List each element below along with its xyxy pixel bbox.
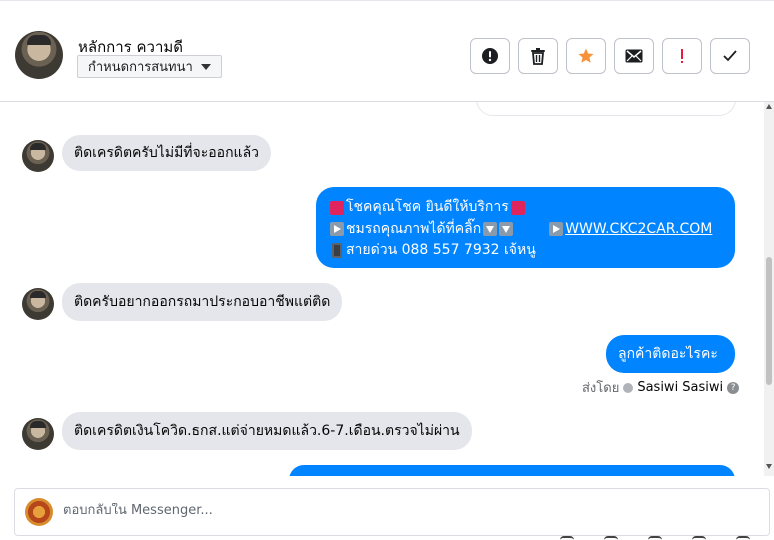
image-icon[interactable]: [648, 536, 662, 540]
reply-input[interactable]: [63, 503, 563, 518]
checkmark-icon: [722, 49, 738, 63]
sender-avatar: [22, 288, 54, 320]
sent-by-info: ส่งโดย Sasiwi Sasiwi ?: [582, 377, 740, 398]
chat-settings-dropdown[interactable]: กำหนดการสนทนา: [77, 55, 222, 78]
message-text: โชคคุณโชค ยินดีให้บริการ: [346, 199, 509, 215]
sender-avatar: [22, 418, 54, 450]
message-line-2: ชมรถคุณภาพได้ที่คลิ๊ก WWW.CKC2CAR.COM: [330, 219, 723, 241]
message-text: ชมรถคุณภาพได้ที่คลิ๊ก: [346, 220, 482, 237]
message-text: ติดครับอยากออกรถมาประกอบอาชีพแต่ติด: [74, 294, 331, 310]
caret-down-icon: [200, 63, 211, 70]
envelope-icon: [625, 49, 643, 63]
down-arrow-emoji-icon: [483, 222, 498, 237]
attachment-icon[interactable]: [604, 536, 618, 540]
red-square-emoji-icon: [330, 200, 344, 215]
chat-settings-label: กำหนดการสนทนา: [88, 60, 193, 75]
incoming-message[interactable]: ติดเครดิตครับไม่มีที่จะออกแล้ว: [62, 135, 272, 171]
contact-avatar[interactable]: [15, 31, 63, 79]
mark-done-button[interactable]: [710, 38, 750, 74]
spam-button[interactable]: [470, 38, 510, 74]
exclamation-icon: [679, 47, 685, 65]
composer-toolbar: [560, 536, 760, 540]
play-button-emoji-icon: [549, 222, 564, 237]
message-line-1: โชคคุณโชค ยินดีให้บริการ: [330, 197, 723, 219]
star-icon: [577, 47, 595, 65]
scrollbar-thumb[interactable]: [766, 257, 772, 385]
previous-message-bubble: [476, 102, 736, 116]
outgoing-message-partial[interactable]: [289, 465, 735, 476]
mark-unread-button[interactable]: [614, 38, 654, 74]
help-icon[interactable]: ?: [727, 381, 740, 394]
message-text: ติดเครดิตครับไม่มีที่จะออกแล้ว: [74, 145, 260, 161]
red-square-emoji-icon: [510, 200, 525, 215]
action-toolbar: [470, 38, 750, 74]
trash-icon: [530, 47, 546, 65]
exclamation-circle-icon: [481, 47, 499, 65]
outgoing-message[interactable]: ลูกค้าติดอะไรคะ: [606, 335, 735, 373]
mobile-phone-emoji-icon: [332, 243, 342, 259]
sender-avatar: [22, 140, 54, 172]
message-text: สายด่วน 088 557 7932 เจ้หนู: [346, 242, 536, 258]
down-arrow-emoji-icon: [499, 222, 514, 237]
message-scrollbar[interactable]: [764, 102, 774, 476]
follow-up-button[interactable]: [662, 38, 702, 74]
message-thread[interactable]: ติดเครดิตครับไม่มีที่จะออกแล้ว โชคคุณโชค…: [0, 102, 766, 476]
website-link[interactable]: WWW.CKC2CAR.COM: [565, 219, 712, 241]
incoming-message[interactable]: ติดครับอยากออกรถมาประกอบอาชีพแต่ติด: [62, 283, 343, 321]
sent-by-prefix: ส่งโดย: [582, 381, 620, 396]
emoji-icon[interactable]: [560, 536, 574, 540]
page-avatar-icon: [25, 498, 53, 526]
sender-name[interactable]: Sasiwi Sasiwi: [637, 380, 723, 395]
like-icon[interactable]: [736, 536, 750, 540]
star-button[interactable]: [566, 38, 606, 74]
reply-composer: [14, 488, 770, 536]
play-button-emoji-icon: [330, 222, 344, 237]
delete-button[interactable]: [518, 38, 558, 74]
message-line-3: สายด่วน 088 557 7932 เจ้หนู: [330, 240, 723, 262]
conversation-header: หลักการ ความดี กำหนดการสนทนา: [0, 0, 774, 102]
scroll-down-arrow-icon[interactable]: [766, 464, 772, 469]
gif-icon[interactable]: [692, 536, 706, 540]
outgoing-message[interactable]: โชคคุณโชค ยินดีให้บริการ ชมรถคุณภาพได้ที…: [316, 187, 735, 268]
message-text: ติดเครดิตเงินโควิด.ธกส.แต่จ่ายหมดแล้ว.6-…: [74, 423, 460, 439]
scroll-up-arrow-icon[interactable]: [766, 104, 772, 109]
incoming-message[interactable]: ติดเครดิตเงินโควิด.ธกส.แต่จ่ายหมดแล้ว.6-…: [62, 412, 472, 450]
message-text: ลูกค้าติดอะไรคะ: [618, 346, 718, 362]
check-circle-icon: [623, 382, 634, 393]
